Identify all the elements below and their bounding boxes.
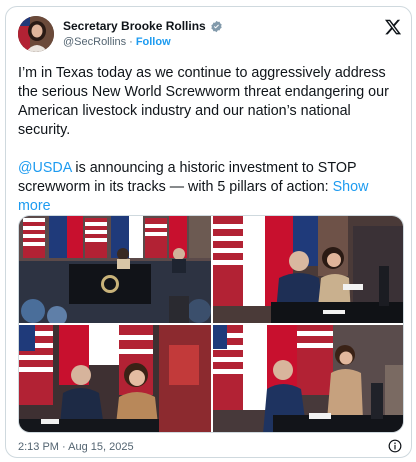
tweet-paragraph-2: @USDA is announcing a historic investmen… [18,159,402,216]
x-logo-icon[interactable] [384,18,402,36]
verified-badge-icon [210,20,223,33]
tweet-timestamp[interactable]: 2:13 PM · Aug 15, 2025 [18,441,134,453]
tweet-header: Secretary Brooke Rollins @SecRollins · F… [18,16,402,56]
info-icon[interactable] [388,439,402,453]
photo-4[interactable] [213,325,403,432]
handle-separator: · [129,36,133,48]
author-display-name[interactable]: Secretary Brooke Rollins [63,19,206,33]
tweet-card[interactable]: Secretary Brooke Rollins @SecRollins · F… [5,6,412,458]
photo-2[interactable] [213,216,403,323]
tweet-paragraph-1: I’m in Texas today as we continue to agg… [18,65,389,138]
author-handle[interactable]: @SecRollins [63,36,126,48]
mention-link[interactable]: @USDA [18,160,71,176]
tweet-footer: 2:13 PM · Aug 15, 2025 [18,439,402,455]
follow-button[interactable]: Follow [136,36,171,48]
media-grid [18,215,404,433]
avatar[interactable] [18,16,54,52]
tweet-text: I’m in Texas today as we continue to agg… [18,64,402,235]
photo-3[interactable] [19,325,211,432]
photo-1[interactable] [19,216,211,323]
